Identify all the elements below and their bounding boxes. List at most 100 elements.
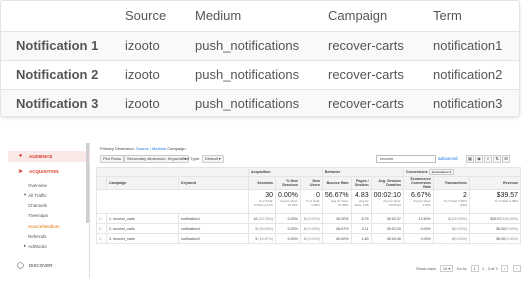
col-keyword[interactable]: Keyword (178, 176, 249, 190)
cell-pct: (100.00%) (501, 216, 518, 221)
sidebar-item-discover[interactable]: ◯ DISCOVER (8, 260, 90, 270)
sidebar-item-referrals[interactable]: Referrals (8, 231, 90, 241)
sort-type-select[interactable]: Default ▾ (202, 155, 224, 163)
table-row: □ 1. recover_carts notification1 16 (53.… (96, 213, 521, 224)
cell-pct: (0.00%) (307, 226, 320, 231)
cell-pct: (30.00%) (258, 226, 273, 231)
sidebar-item-all-traffic[interactable]: ▾ All Traffic (8, 190, 90, 200)
col-pages-session[interactable]: Pages / Session (350, 176, 372, 190)
caret-right-icon: ▸ (24, 243, 27, 248)
col-conv-rate[interactable]: Ecommerce Conversion Rate (402, 176, 434, 190)
col-campaign[interactable]: Campaign (106, 176, 179, 190)
percentage-view-icon[interactable]: ◉ (475, 155, 483, 163)
col-checkbox (96, 176, 107, 190)
group-acquisition: Acquisition (248, 167, 323, 177)
goto-input[interactable]: 1 (470, 265, 479, 272)
col-bounce-rate[interactable]: Bounce Rate (321, 176, 352, 190)
total-transactions: 2% of Total: 0.84% (238) (432, 189, 470, 214)
table-row: Notification 2 izooto push_notifications… (1, 60, 519, 89)
row-bounce: 50.00% (321, 213, 352, 224)
analytics-table: Acquisition Behavior Conversions eCommer… (96, 167, 521, 244)
utm-header-term: Term (433, 8, 462, 24)
prev-page-button[interactable]: ‹ (500, 265, 509, 272)
row-campaign[interactable]: 3. recover_carts (106, 233, 179, 244)
cell-term: notification1 (433, 31, 519, 60)
row-transactions: 0(0.00%) (432, 233, 470, 244)
row-bounce: 60.00% (321, 233, 352, 244)
row-keyword[interactable]: notification2 (178, 233, 249, 244)
total-sub: Avg for View: 43.03% (280, 199, 298, 207)
sidebar-item-label: AUDIENCE (29, 153, 53, 159)
next-page-button[interactable]: › (513, 265, 521, 272)
cell-campaign: recover-carts (328, 89, 433, 116)
sidebar-item-source-medium[interactable]: Source/Medium (8, 221, 90, 231)
performance-view-icon[interactable]: ≡ (484, 155, 492, 163)
total-new-users: 0% of Total: 0.00% (299, 189, 323, 214)
sidebar-item-overview[interactable]: Overview (8, 180, 90, 190)
group-conversions[interactable]: Conversions eCommerce ▾ (402, 167, 521, 177)
total-pages: 4.83 Avg for View: 4.08 (350, 189, 372, 214)
col-new-sessions[interactable]: % New Sessions (275, 176, 301, 190)
cell-pct: (0.00%) (307, 216, 320, 221)
cell-campaign: recover-carts (328, 31, 433, 60)
sidebar-item-label: Treemaps (28, 212, 49, 218)
comparison-view-icon[interactable]: ⇅ (493, 155, 501, 163)
data-view-icon[interactable]: ▦ (466, 155, 474, 163)
col-sessions[interactable]: Sessions (248, 176, 276, 190)
cell-pct: (0.00%) (454, 226, 467, 231)
sidebar-scrollbar[interactable] (86, 143, 89, 223)
utm-header-medium: Medium (195, 8, 242, 24)
total-value: 56.67% (324, 192, 349, 199)
ecommerce-select[interactable]: eCommerce ▾ (428, 169, 455, 175)
secondary-dimension-select[interactable]: Secondary dimension: Keyword ▾ (124, 155, 190, 163)
table-pager: Show rows: 10 ▾ Go to: 1 1 - 3 of 3 ‹ › (416, 265, 521, 272)
row-checkbox[interactable]: □ (96, 223, 107, 234)
col-revenue[interactable]: Revenue (468, 176, 521, 190)
person-icon: ● (18, 153, 23, 159)
dimension-current-campaign[interactable]: Campaign (167, 146, 185, 151)
acquisition-icon: ➤ (17, 168, 24, 175)
row-label: Notification 3 (1, 89, 125, 116)
show-rows-select[interactable]: 10 ▾ (439, 265, 454, 272)
row-conv: 12.50% (402, 213, 434, 224)
sidebar-item-adwords[interactable]: ▸ AdWords (8, 241, 90, 251)
total-value: 0 (315, 192, 320, 199)
sidebar-item-label: All Traffic (28, 192, 47, 198)
total-sub: % of Total: 0.01% (1,170) (254, 199, 273, 207)
col-new-users[interactable]: New Users (299, 176, 323, 190)
dimension-link-source-medium[interactable]: Source / Medium (136, 146, 166, 151)
totals-row: 30% of Total: 0.01% (1,170) 0.00% Avg for… (96, 189, 521, 214)
plot-rows-button[interactable]: Plot Rows (100, 155, 125, 163)
sidebar-item-acquisition[interactable]: ➤ ACQUISITION (8, 166, 90, 176)
totals-blank (96, 189, 249, 214)
group-header-row: Acquisition Behavior Conversions eCommer… (96, 167, 521, 177)
row-campaign[interactable]: 2. recover_carts (106, 223, 179, 234)
sidebar-item-channels[interactable]: Channels (8, 200, 90, 210)
row-sessions: 9 (30.00%) (248, 223, 276, 234)
total-sub: % of Total: 0.00% (305, 199, 320, 207)
total-sub: % of Total: 0.08% (494, 199, 518, 203)
cell-pct: (16.67%) (258, 236, 273, 241)
row-new-sessions: 0.00% (275, 213, 301, 224)
row-checkbox[interactable]: □ (96, 233, 107, 244)
utm-table: Source Medium Campaign Term Notification… (1, 1, 519, 116)
analytics-sidebar: ● AUDIENCE ➤ ACQUISITION Overview ▾ All … (8, 143, 90, 278)
pivot-view-icon[interactable]: ⊞ (502, 155, 510, 163)
row-keyword[interactable]: notification4 (178, 223, 249, 234)
row-keyword[interactable]: notification1 (178, 213, 249, 224)
show-rows-value: 10 (442, 266, 448, 271)
row-duration: 00:02:29 (370, 223, 404, 234)
col-avg-duration[interactable]: Avg. Session Duration (370, 176, 404, 190)
sidebar-item-audience[interactable]: ● AUDIENCE (8, 151, 90, 161)
total-revenue: $39.57% of Total: 0.08% (468, 189, 521, 214)
row-campaign[interactable]: 1. recover_carts (106, 213, 179, 224)
row-checkbox[interactable]: □ (96, 213, 107, 224)
total-value: $39.57 (496, 192, 518, 199)
total-sub: Avg for View: 1.16% (413, 199, 431, 207)
report-main: Primary Dimension: Source / Medium Campa… (96, 143, 521, 278)
table-search-input[interactable]: recover (376, 155, 436, 163)
advanced-filter-link[interactable]: advanced (438, 155, 458, 163)
col-transactions[interactable]: Transactions (432, 176, 470, 190)
sidebar-item-treemaps[interactable]: Treemaps (8, 210, 90, 220)
row-new-users: 0 (0.00%) (299, 233, 323, 244)
